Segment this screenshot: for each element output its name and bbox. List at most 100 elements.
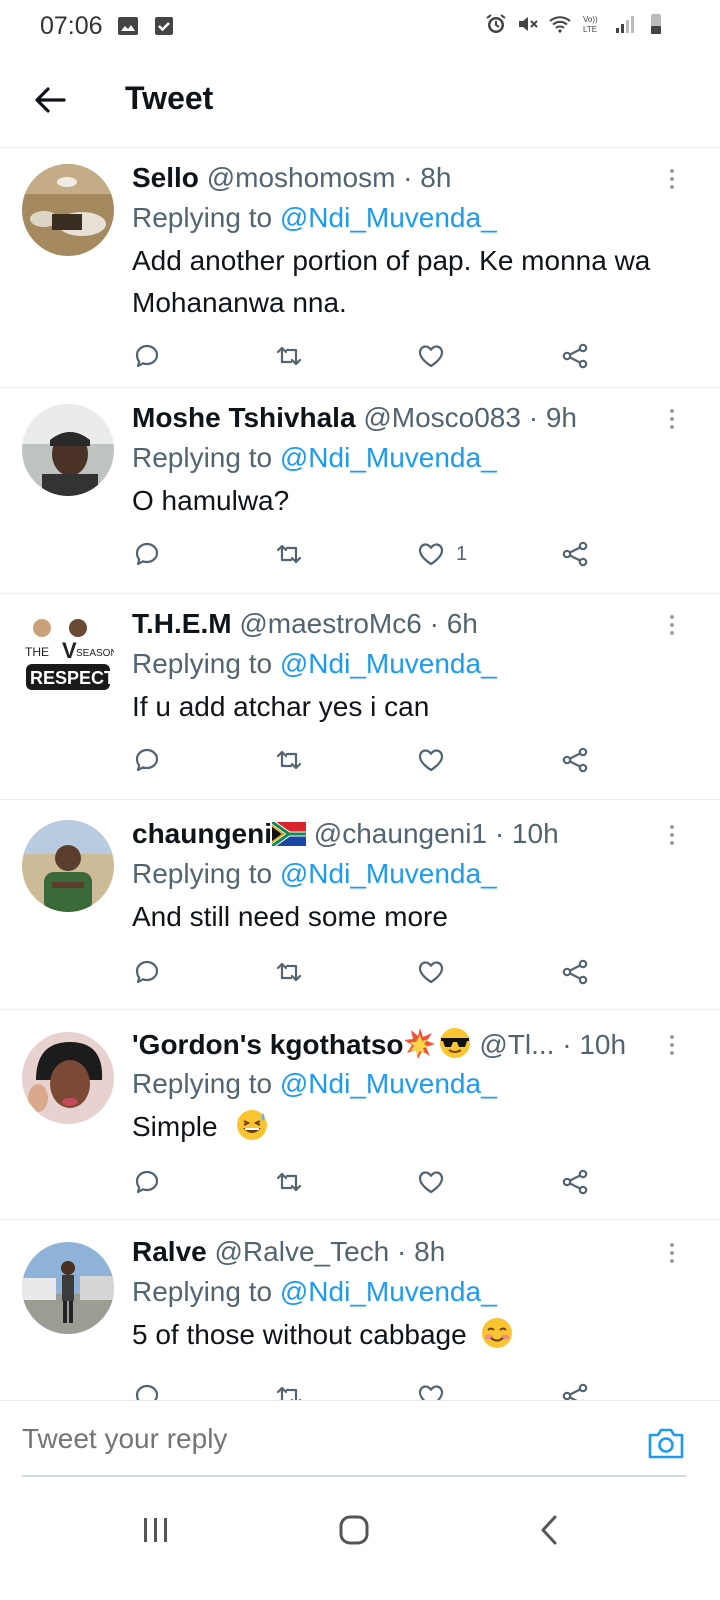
mention-link[interactable]: @Ndi_Muvenda_ (280, 202, 497, 233)
display-name[interactable]: Moshe Tshivhala (132, 402, 356, 433)
reply-button[interactable] (132, 740, 162, 780)
mention-link[interactable]: @Ndi_Muvenda_ (280, 442, 497, 473)
share-button[interactable] (560, 336, 590, 376)
reply-button[interactable] (132, 534, 162, 574)
more-options-icon[interactable] (664, 1032, 680, 1062)
like-button[interactable]: 1 (416, 534, 467, 574)
home-icon[interactable] (334, 1510, 374, 1550)
user-handle[interactable]: @maestroMc6 (239, 608, 421, 639)
recent-apps-icon[interactable] (136, 1510, 176, 1550)
user-handle[interactable]: @Ralve_Tech (215, 1236, 390, 1267)
user-handle[interactable]: @moshomosm (207, 162, 396, 193)
reply-button[interactable] (132, 1162, 162, 1202)
tweet-reply[interactable]: Ralve @Ralve_Tech · 8h Replying to @Ndi_… (0, 1220, 720, 1400)
user-handle[interactable]: @Tl... (479, 1029, 554, 1060)
tweet-time[interactable]: 6h (447, 608, 478, 639)
retweet-button[interactable] (274, 1162, 304, 1202)
user-handle[interactable]: @chaungeni1 (314, 818, 487, 849)
more-options-icon[interactable] (664, 406, 680, 436)
like-icon (418, 1171, 444, 1194)
more-options-icon[interactable] (664, 612, 680, 642)
replying-to: Replying to @Ndi_Muvenda_ (132, 1064, 660, 1106)
like-button[interactable] (416, 1162, 456, 1202)
mention-link[interactable]: @Ndi_Muvenda_ (280, 1068, 497, 1099)
mention-link[interactable]: @Ndi_Muvenda_ (280, 648, 497, 679)
tweet-text: And still need some more (132, 901, 448, 932)
share-button[interactable] (560, 740, 590, 780)
share-button[interactable] (560, 1162, 590, 1202)
avatar[interactable] (22, 1032, 114, 1124)
avatar-text-season: SEASON (76, 648, 114, 659)
collision-emoji (403, 1028, 435, 1059)
tweet-time[interactable]: 10h (579, 1029, 626, 1060)
separator-dot: · (403, 162, 413, 193)
tweet-time[interactable]: 8h (414, 1236, 445, 1267)
retweet-button[interactable] (274, 336, 304, 376)
replying-to: Replying to @Ndi_Muvenda_ (132, 438, 660, 480)
tweet-reply[interactable]: chaungeni @chaungeni1 · 10h Replying to … (0, 800, 720, 1010)
share-button[interactable] (560, 534, 590, 574)
tweet-time[interactable]: 8h (420, 162, 451, 193)
like-icon (418, 543, 444, 566)
more-options-icon[interactable] (664, 1240, 680, 1270)
retweet-button[interactable] (274, 952, 304, 992)
tweet-header: Moshe Tshivhala @Mosco083 · 9h (132, 400, 660, 438)
avatar[interactable] (22, 404, 114, 496)
share-button[interactable] (560, 1376, 590, 1400)
tweet-reply[interactable]: Moshe Tshivhala @Mosco083 · 9h Replying … (0, 388, 720, 594)
reply-input[interactable] (22, 1423, 622, 1455)
like-button[interactable] (416, 1376, 456, 1400)
tweet-actions (132, 952, 612, 992)
avatar[interactable] (22, 820, 114, 912)
retweet-icon (276, 1386, 302, 1400)
like-button[interactable] (416, 336, 456, 376)
back-icon[interactable] (530, 1510, 570, 1550)
share-button[interactable] (560, 952, 590, 992)
display-name[interactable]: 'Gordon's kgothatso (132, 1029, 404, 1060)
tweet-time[interactable]: 9h (546, 402, 577, 433)
tweet-text: O hamulwa? (132, 485, 290, 516)
tweet-reply[interactable]: Sello @moshomosm · 8h Replying to @Ndi_M… (0, 148, 720, 388)
like-count: 1 (456, 542, 468, 565)
reply-button[interactable] (132, 952, 162, 992)
display-name[interactable]: Sello (132, 162, 199, 193)
display-name[interactable]: T.H.E.M (132, 608, 232, 639)
retweet-button[interactable] (274, 534, 304, 574)
like-button[interactable] (416, 952, 456, 992)
smiling-blush-emoji (482, 1318, 513, 1348)
tweet-reply[interactable]: 'Gordon's kgothatso @Tl... · 10h Replyin… (0, 1010, 720, 1220)
top-app-bar: Tweet (0, 52, 720, 148)
reply-icon (135, 344, 159, 368)
like-button[interactable] (416, 740, 456, 780)
reply-button[interactable] (132, 336, 162, 376)
retweet-icon (276, 1172, 302, 1192)
tweet-reply[interactable]: THE V SEASON RESPECT T.H.E.M @maestroMc6 · … (0, 594, 720, 800)
retweet-button[interactable] (274, 740, 304, 780)
avatar[interactable] (22, 164, 114, 256)
svg-text:V: V (62, 638, 77, 663)
share-icon (562, 1169, 588, 1195)
reply-composer (0, 1400, 720, 1478)
tweet-time[interactable]: 10h (512, 818, 559, 849)
arrow-left-icon[interactable] (30, 80, 70, 120)
replies-feed[interactable]: Sello @moshomosm · 8h Replying to @Ndi_M… (0, 148, 720, 1400)
more-options-icon[interactable] (664, 822, 680, 852)
replying-prefix: Replying to (132, 1068, 280, 1099)
south-africa-flag-emoji (270, 819, 307, 849)
camera-icon[interactable] (646, 1425, 686, 1461)
avatar[interactable]: THE V SEASON RESPECT (22, 610, 114, 702)
user-handle[interactable]: @Mosco083 (363, 402, 521, 433)
tweet-text: Add another portion of pap. Ke monna wa … (132, 245, 651, 318)
display-name[interactable]: chaungeni (132, 818, 272, 849)
battery-icon (651, 14, 661, 34)
reply-button[interactable] (132, 1376, 162, 1400)
display-name[interactable]: Ralve (132, 1236, 207, 1267)
retweet-icon (276, 346, 302, 366)
reply-icon (135, 542, 159, 566)
more-options-icon[interactable] (664, 166, 680, 196)
mention-link[interactable]: @Ndi_Muvenda_ (280, 1276, 497, 1307)
system-nav-bar (0, 1480, 720, 1600)
mention-link[interactable]: @Ndi_Muvenda_ (280, 858, 497, 889)
avatar[interactable] (22, 1242, 114, 1334)
retweet-button[interactable] (274, 1376, 304, 1400)
